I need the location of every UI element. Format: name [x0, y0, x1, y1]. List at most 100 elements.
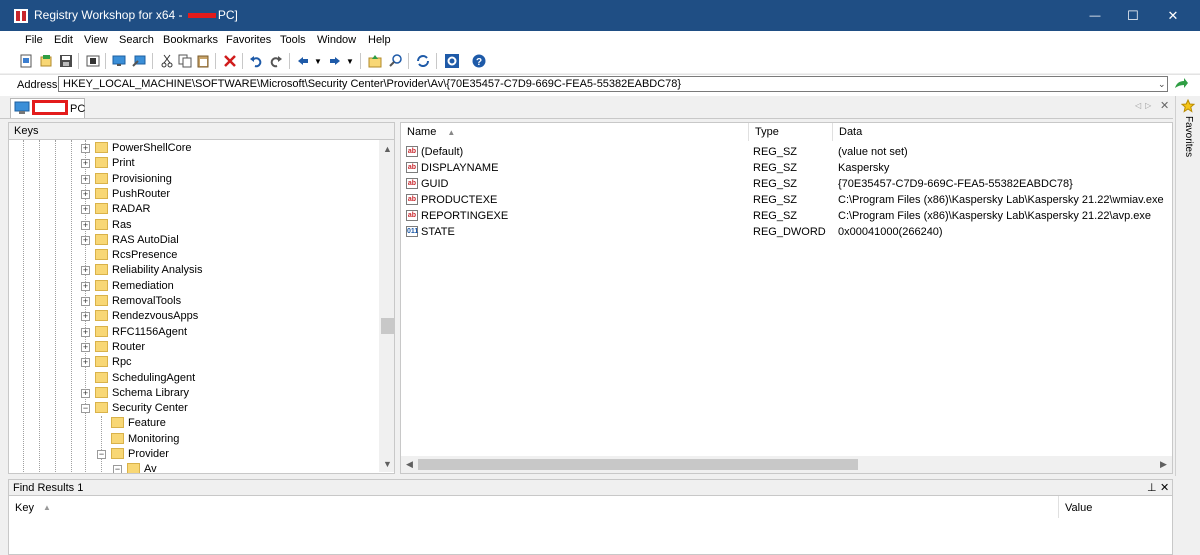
address-input[interactable]	[58, 76, 1168, 92]
tree-item[interactable]: + Provisioning	[9, 172, 377, 187]
cut-button[interactable]	[158, 52, 176, 70]
expand-plus-icon[interactable]: +	[81, 388, 90, 398]
save-button[interactable]	[57, 52, 75, 70]
tab-scroll-arrows-icon[interactable]: ◁▷	[1135, 101, 1155, 110]
tree-item[interactable]: + RendezvousApps	[9, 309, 377, 324]
tab-close-icon[interactable]: ✕	[1160, 99, 1169, 112]
expand-plus-icon[interactable]: +	[81, 144, 90, 153]
menu-edit[interactable]: Edit	[48, 33, 79, 48]
tree-item[interactable]: SchedulingAgent	[9, 371, 377, 386]
expand-plus-icon[interactable]: +	[81, 220, 90, 230]
expand-plus-icon[interactable]: +	[81, 174, 90, 184]
paste-button[interactable]	[194, 52, 212, 70]
tree-item[interactable]: + PowerShellCore	[9, 141, 377, 156]
tree-item[interactable]: − Provider	[9, 447, 377, 462]
tree-item[interactable]: RcsPresence	[9, 248, 377, 263]
scroll-right-arrow-icon[interactable]: ▶	[1155, 456, 1172, 473]
refresh-button[interactable]	[414, 52, 432, 70]
menu-window[interactable]: Window	[311, 33, 362, 48]
menu-tools[interactable]: Tools	[274, 33, 312, 48]
tree-item[interactable]: + RFC1156Agent	[9, 325, 377, 340]
redo-button[interactable]	[267, 52, 285, 70]
menu-bookmarks[interactable]: Bookmarks	[157, 33, 224, 48]
tree-item[interactable]: + Router	[9, 340, 377, 355]
copy-button[interactable]	[176, 52, 194, 70]
expand-plus-icon[interactable]: +	[81, 235, 90, 245]
scrollbar-thumb[interactable]	[381, 318, 394, 334]
menu-view[interactable]: View	[78, 33, 114, 48]
column-header-key[interactable]: Key ▲	[9, 496, 1059, 518]
scroll-up-arrow-icon[interactable]: ▲	[379, 140, 394, 157]
scroll-down-arrow-icon[interactable]: ▼	[379, 455, 394, 472]
undo-button[interactable]	[247, 52, 265, 70]
forward-dropdown-chevron-icon[interactable]: ▼	[346, 57, 354, 66]
expand-plus-icon[interactable]: +	[81, 358, 90, 368]
tree-item[interactable]: − Av	[9, 462, 377, 473]
connect-button[interactable]	[110, 52, 128, 70]
value-row[interactable]: ab PRODUCTEXE REG_SZ C:\Program Files (x86)…	[401, 192, 1172, 208]
column-header-data[interactable]: Data	[833, 123, 1172, 141]
tree-item[interactable]: + RAS AutoDial	[9, 233, 377, 248]
find-results-list[interactable]: Key ▲ Value	[8, 496, 1173, 555]
keys-tree[interactable]: + PowerShellCore + Print + Provisioning + PushR…	[8, 140, 395, 474]
expand-plus-icon[interactable]: +	[81, 327, 90, 337]
tree-item[interactable]: − Security Center	[9, 401, 377, 416]
tab-computer[interactable]: PC	[10, 98, 85, 118]
open-button[interactable]	[37, 52, 55, 70]
menu-search[interactable]: Search	[113, 33, 160, 48]
menu-help[interactable]: Help	[362, 33, 397, 48]
help-button[interactable]: ?	[470, 52, 488, 70]
back-dropdown-chevron-icon[interactable]: ▼	[314, 57, 322, 66]
registry-tool-button[interactable]	[84, 52, 102, 70]
tree-item[interactable]: + Rpc	[9, 355, 377, 370]
expand-plus-icon[interactable]: +	[81, 342, 90, 352]
tree-item[interactable]: Monitoring	[9, 432, 377, 447]
tree-item[interactable]: + Ras	[9, 218, 377, 233]
menu-file[interactable]: File	[19, 33, 49, 48]
value-row[interactable]: ab REPORTINGEXE REG_SZ C:\Program Files (x8…	[401, 208, 1172, 224]
menu-favorites[interactable]: Favorites	[220, 33, 277, 48]
tree-item[interactable]: + RADAR	[9, 202, 377, 217]
collapse-minus-icon[interactable]: −	[97, 450, 106, 459]
collapse-minus-icon[interactable]: −	[81, 404, 90, 414]
expand-plus-icon[interactable]: +	[81, 205, 90, 215]
column-header-value[interactable]: Value	[1059, 496, 1172, 518]
new-key-button[interactable]	[17, 52, 35, 70]
expand-plus-icon[interactable]: +	[81, 266, 90, 276]
delete-button[interactable]	[221, 52, 239, 70]
keys-vertical-scrollbar[interactable]: ▲ ▼	[379, 140, 394, 472]
expand-plus-icon[interactable]: +	[81, 297, 90, 306]
column-header-type[interactable]: Type	[749, 123, 833, 141]
expand-plus-icon[interactable]: +	[81, 281, 90, 291]
tree-item[interactable]: + Remediation	[9, 279, 377, 294]
find-button[interactable]	[387, 52, 405, 70]
value-row[interactable]: ab DISPLAYNAME REG_SZ Kaspersky	[401, 160, 1172, 176]
column-header-name[interactable]: Name ▲	[401, 123, 749, 141]
favorites-panel-tab[interactable]: Favorites	[1175, 96, 1200, 476]
scroll-left-arrow-icon[interactable]: ◀	[401, 456, 418, 473]
values-horizontal-scrollbar[interactable]: ◀ ▶	[401, 456, 1172, 473]
forward-button[interactable]	[326, 52, 344, 70]
expand-plus-icon[interactable]: +	[81, 159, 90, 169]
values-pane[interactable]: Name ▲ Type Data ab (Default) REG_SZ (value…	[400, 122, 1173, 474]
find-results-close-icon[interactable]: ✕	[1160, 481, 1169, 494]
value-row[interactable]: 011 STATE REG_DWORD 0x00041000(266240)	[401, 224, 1172, 240]
value-row[interactable]: ab GUID REG_SZ {70E35457-C7D9-669C-FEA5-553…	[401, 176, 1172, 192]
value-row[interactable]: ab (Default) REG_SZ (value not set)	[401, 144, 1172, 160]
expand-plus-icon[interactable]: +	[81, 189, 90, 199]
expand-plus-icon[interactable]: +	[81, 312, 90, 322]
pin-icon[interactable]: ⊥	[1147, 481, 1157, 494]
collapse-minus-icon[interactable]: −	[113, 465, 122, 473]
go-button[interactable]	[1173, 76, 1189, 95]
tree-item[interactable]: + Print	[9, 156, 377, 171]
up-level-button[interactable]	[366, 52, 384, 70]
tree-item[interactable]: + RemovalTools	[9, 294, 377, 309]
disconnect-button[interactable]	[130, 52, 148, 70]
close-button[interactable]: ✕	[1150, 0, 1196, 31]
address-dropdown-chevron-icon[interactable]: ⌄	[1158, 79, 1166, 90]
back-button[interactable]	[294, 52, 312, 70]
scrollbar-thumb[interactable]	[418, 459, 858, 470]
tree-item[interactable]: Feature	[9, 416, 377, 431]
options-button[interactable]	[443, 52, 461, 70]
tree-item[interactable]: + Schema Library	[9, 386, 377, 401]
